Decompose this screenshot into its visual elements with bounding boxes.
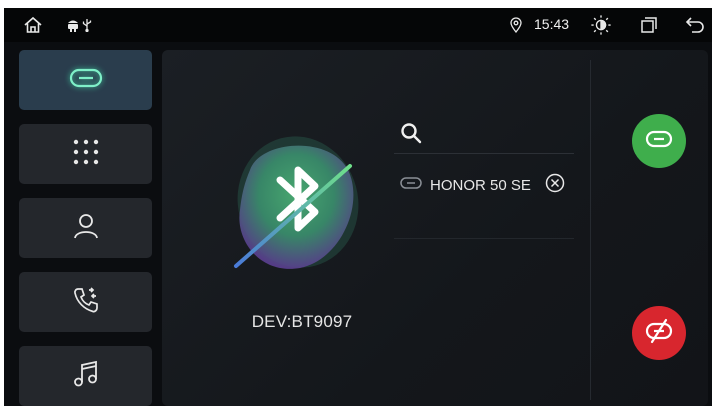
nav-connections-button[interactable] (19, 50, 152, 110)
contact-icon (72, 212, 100, 245)
search-divider (394, 153, 574, 154)
link-icon (400, 176, 422, 194)
device-list-divider (394, 238, 574, 239)
link-icon (645, 130, 673, 153)
bluetooth-logo-icon (220, 130, 370, 280)
nav-dialpad-button[interactable] (19, 124, 152, 184)
location-icon (510, 17, 524, 34)
nav-contacts-button[interactable] (19, 198, 152, 258)
call-log-icon (72, 286, 100, 319)
disconnect-button[interactable] (632, 306, 686, 360)
back-icon[interactable] (684, 14, 706, 36)
home-icon[interactable] (22, 14, 44, 36)
music-icon (73, 360, 99, 393)
link-icon (69, 67, 103, 94)
remove-icon[interactable] (545, 173, 565, 197)
recent-apps-icon[interactable] (638, 14, 660, 36)
nav-music-button[interactable] (19, 346, 152, 406)
search-icon[interactable] (400, 122, 422, 144)
dialpad-icon (71, 137, 101, 172)
paired-device-item[interactable]: HONOR 50 SE (400, 173, 565, 197)
head-unit-screen: 15:43 DEV:BT9097 HONOR 50 SE (4, 8, 712, 406)
nav-call-log-button[interactable] (19, 272, 152, 332)
device-name-label: DEV:BT9097 (251, 312, 353, 331)
unlink-icon (644, 318, 674, 349)
brightness-icon[interactable] (590, 14, 612, 36)
status-clock: 15:43 (534, 16, 570, 32)
connect-button[interactable] (632, 114, 686, 168)
action-column-divider (590, 60, 591, 400)
status-bar: 15:43 (4, 8, 712, 42)
paired-device-name: HONOR 50 SE (430, 176, 531, 194)
usb-icon (76, 14, 98, 36)
bluetooth-main-panel: DEV:BT9097 HONOR 50 SE (162, 50, 708, 406)
